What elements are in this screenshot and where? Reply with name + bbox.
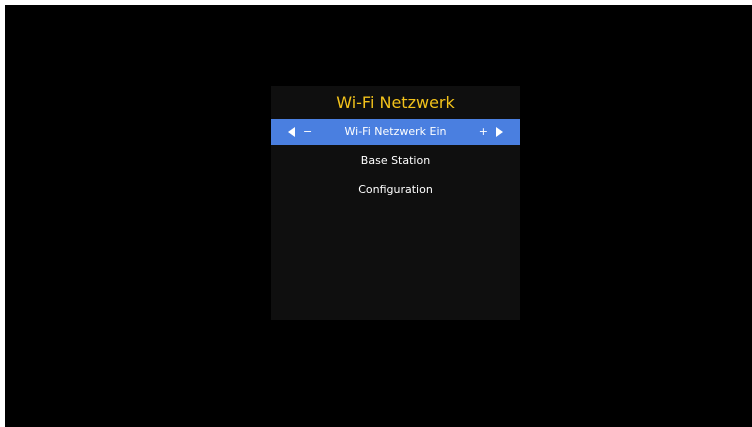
- wifi-menu-panel: Wi-Fi Netzwerk − Wi-Fi Netzwerk Ein + Ba…: [271, 86, 520, 320]
- minus-label: −: [303, 125, 313, 138]
- menu-list: − Wi-Fi Netzwerk Ein + Base Station Conf…: [271, 119, 520, 206]
- menu-item-label: Wi-Fi Netzwerk Ein: [344, 125, 447, 138]
- arrow-left-icon: [288, 127, 295, 137]
- menu-item-configuration[interactable]: Configuration: [271, 177, 520, 203]
- plus-label: +: [478, 125, 488, 138]
- arrow-right-icon: [496, 127, 503, 137]
- tv-screen: Wi-Fi Netzwerk − Wi-Fi Netzwerk Ein + Ba…: [5, 5, 752, 427]
- increase-control[interactable]: +: [479, 119, 503, 145]
- menu-item-label: Configuration: [358, 183, 433, 196]
- menu-item-wifi-network[interactable]: − Wi-Fi Netzwerk Ein +: [271, 119, 520, 145]
- menu-item-base-station[interactable]: Base Station: [271, 148, 520, 174]
- menu-item-label: Base Station: [360, 154, 431, 167]
- menu-title: Wi-Fi Netzwerk: [336, 93, 455, 112]
- decrease-control[interactable]: −: [288, 119, 312, 145]
